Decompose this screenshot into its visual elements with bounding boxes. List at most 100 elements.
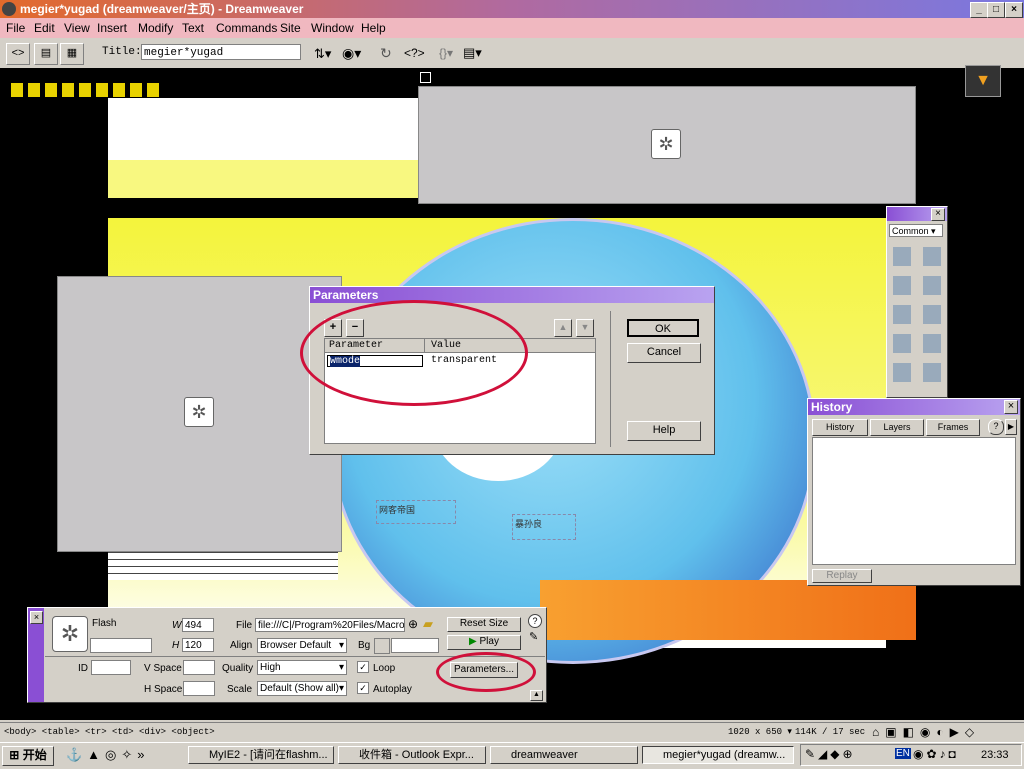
- collapse-inspector-icon[interactable]: ▲: [530, 690, 543, 701]
- align-select[interactable]: Browser Default ▾: [257, 638, 347, 653]
- inspector-close-icon[interactable]: ×: [30, 611, 43, 624]
- move-up-icon[interactable]: ▲: [554, 319, 572, 337]
- view-options-icon[interactable]: ▤▾: [463, 45, 482, 61]
- annotation-circle-params: [300, 300, 528, 406]
- vspace-field[interactable]: [183, 660, 215, 675]
- preview-globe-icon[interactable]: ◉▾: [342, 45, 361, 62]
- flash-object-icon: ✲: [52, 616, 88, 652]
- file-field[interactable]: file:///C|/Program%20Files/Macromedia: [255, 618, 405, 632]
- edit-icon[interactable]: ✎: [529, 630, 538, 643]
- autoplay-checkbox[interactable]: ✓: [357, 682, 369, 694]
- text-box-b[interactable]: 暴孙良: [512, 514, 576, 540]
- minimize-button[interactable]: _: [970, 2, 988, 18]
- title-input[interactable]: megier*yugad: [141, 44, 301, 60]
- tab-layers[interactable]: Layers: [870, 419, 924, 436]
- object-name-field[interactable]: [90, 638, 152, 653]
- object-type-label: Flash: [92, 618, 117, 629]
- quick-launch-icons[interactable]: ⚓▲◎✧»: [66, 747, 150, 763]
- menu-insert[interactable]: Insert: [97, 21, 127, 35]
- objects-category-select[interactable]: Common ▾: [889, 224, 943, 237]
- cancel-button[interactable]: Cancel: [627, 343, 701, 363]
- hspace-field[interactable]: [183, 681, 215, 696]
- selection-handle[interactable]: [420, 72, 431, 83]
- history-panel-close-icon[interactable]: ×: [1004, 400, 1018, 414]
- tag-selector[interactable]: <body> <table> <tr> <td> <div> <object>: [4, 727, 215, 737]
- scale-label: Scale: [227, 684, 253, 695]
- help-button[interactable]: Help: [627, 421, 701, 441]
- tab-frames[interactable]: Frames: [926, 419, 980, 436]
- replay-button[interactable]: Replay: [812, 569, 872, 583]
- objects-panel-close-icon[interactable]: ×: [931, 208, 945, 221]
- align-label: Align: [230, 640, 253, 651]
- height-field[interactable]: 120: [182, 638, 214, 652]
- menu-modify[interactable]: Modify: [138, 21, 173, 35]
- download-time-indicator: 114K / 17 sec: [795, 727, 866, 737]
- help-icon[interactable]: ?: [988, 419, 1004, 435]
- parameters-dialog-title: Parameters: [313, 288, 379, 302]
- parameters-dialog-titlebar: Parameters: [310, 287, 714, 303]
- ime-indicator[interactable]: EN: [895, 748, 911, 759]
- flash-placeholder-top[interactable]: ✲: [418, 86, 916, 204]
- taskbar-item-folder[interactable]: dreamweaver: [490, 746, 638, 764]
- flash-placeholder-left[interactable]: ✲: [57, 276, 342, 552]
- code-view-icon[interactable]: <>: [6, 43, 30, 65]
- ok-button[interactable]: OK: [627, 319, 699, 337]
- id-field[interactable]: [91, 660, 131, 675]
- design-view-icon[interactable]: ▦: [60, 43, 84, 65]
- canvas-label-a: 网客帝国: [379, 505, 416, 515]
- menu-bar: File Edit View Insert Modify Text Comman…: [0, 18, 1024, 38]
- window-size-indicator[interactable]: 1020 x 650 ▾: [728, 727, 792, 737]
- history-panel-title: History: [811, 400, 853, 414]
- menu-file[interactable]: File: [6, 21, 25, 35]
- loop-checkbox[interactable]: ✓: [357, 661, 369, 673]
- bg-color-swatch[interactable]: [374, 638, 390, 654]
- browse-folder-icon[interactable]: ▰: [423, 616, 433, 632]
- tray-icons-more[interactable]: ◉✿♪◘: [913, 747, 959, 761]
- inspector-help-icon[interactable]: ?: [528, 614, 542, 628]
- reset-size-button[interactable]: Reset Size: [447, 617, 521, 632]
- width-field[interactable]: 494: [182, 618, 214, 632]
- split-view-icon[interactable]: ▤: [34, 43, 58, 65]
- loop-label: Loop: [373, 663, 396, 674]
- invisible-element-markers[interactable]: [11, 83, 161, 97]
- taskbar-item-outlook[interactable]: 收件箱 - Outlook Expr...: [338, 746, 486, 764]
- quality-select[interactable]: High ▾: [257, 660, 347, 675]
- menu-edit[interactable]: Edit: [34, 21, 55, 35]
- start-button[interactable]: ⊞ 开始: [2, 746, 54, 766]
- refresh-icon[interactable]: ↻: [380, 45, 392, 62]
- mini-launcher-icons[interactable]: ⌂▣◧◉◐▶◇: [872, 725, 980, 739]
- launcher-chevron-icon[interactable]: ▼: [965, 65, 1001, 97]
- play-button[interactable]: ▶ Play: [447, 635, 521, 650]
- file-management-icon[interactable]: ⇅▾: [314, 46, 331, 62]
- scale-select[interactable]: Default (Show all) ▾: [257, 681, 347, 696]
- tray-icons[interactable]: ✎◢◆⊕: [805, 747, 856, 761]
- quality-label: Quality: [222, 663, 254, 674]
- taskbar-item-myie2[interactable]: MyIE2 - [请问在flashm...: [188, 746, 334, 764]
- menu-text[interactable]: Text: [182, 21, 204, 35]
- point-to-file-icon[interactable]: ⊕: [408, 617, 418, 631]
- clock: 23:33: [981, 749, 1009, 761]
- vspace-label: V Space: [144, 663, 182, 674]
- page-orange-band: [540, 580, 916, 640]
- move-down-icon[interactable]: ▼: [576, 319, 594, 337]
- bg-color-field[interactable]: [391, 638, 439, 653]
- bg-label: Bg: [358, 640, 371, 651]
- objects-icon-grid[interactable]: [893, 247, 941, 392]
- tab-history[interactable]: History: [812, 419, 868, 436]
- code-navigation-icon[interactable]: {}▾: [439, 46, 453, 60]
- menu-help[interactable]: Help: [361, 21, 386, 35]
- objects-panel: × Common ▾: [886, 206, 948, 398]
- panel-menu-arrow-icon[interactable]: ▶: [1005, 419, 1017, 435]
- autoplay-label: Autoplay: [373, 684, 412, 695]
- maximize-button[interactable]: □: [987, 2, 1005, 18]
- history-list[interactable]: [812, 437, 1016, 565]
- menu-window[interactable]: Window: [311, 21, 354, 35]
- dreamweaver-app-icon: [2, 2, 16, 16]
- close-button[interactable]: ×: [1005, 2, 1023, 18]
- menu-commands[interactable]: Commands: [216, 21, 277, 35]
- reference-icon[interactable]: <?>: [404, 46, 425, 60]
- taskbar-item-dreamweaver[interactable]: megier*yugad (dreamw...: [642, 746, 794, 764]
- menu-site[interactable]: Site: [280, 21, 301, 35]
- text-box-a[interactable]: 网客帝国: [376, 500, 456, 524]
- menu-view[interactable]: View: [64, 21, 90, 35]
